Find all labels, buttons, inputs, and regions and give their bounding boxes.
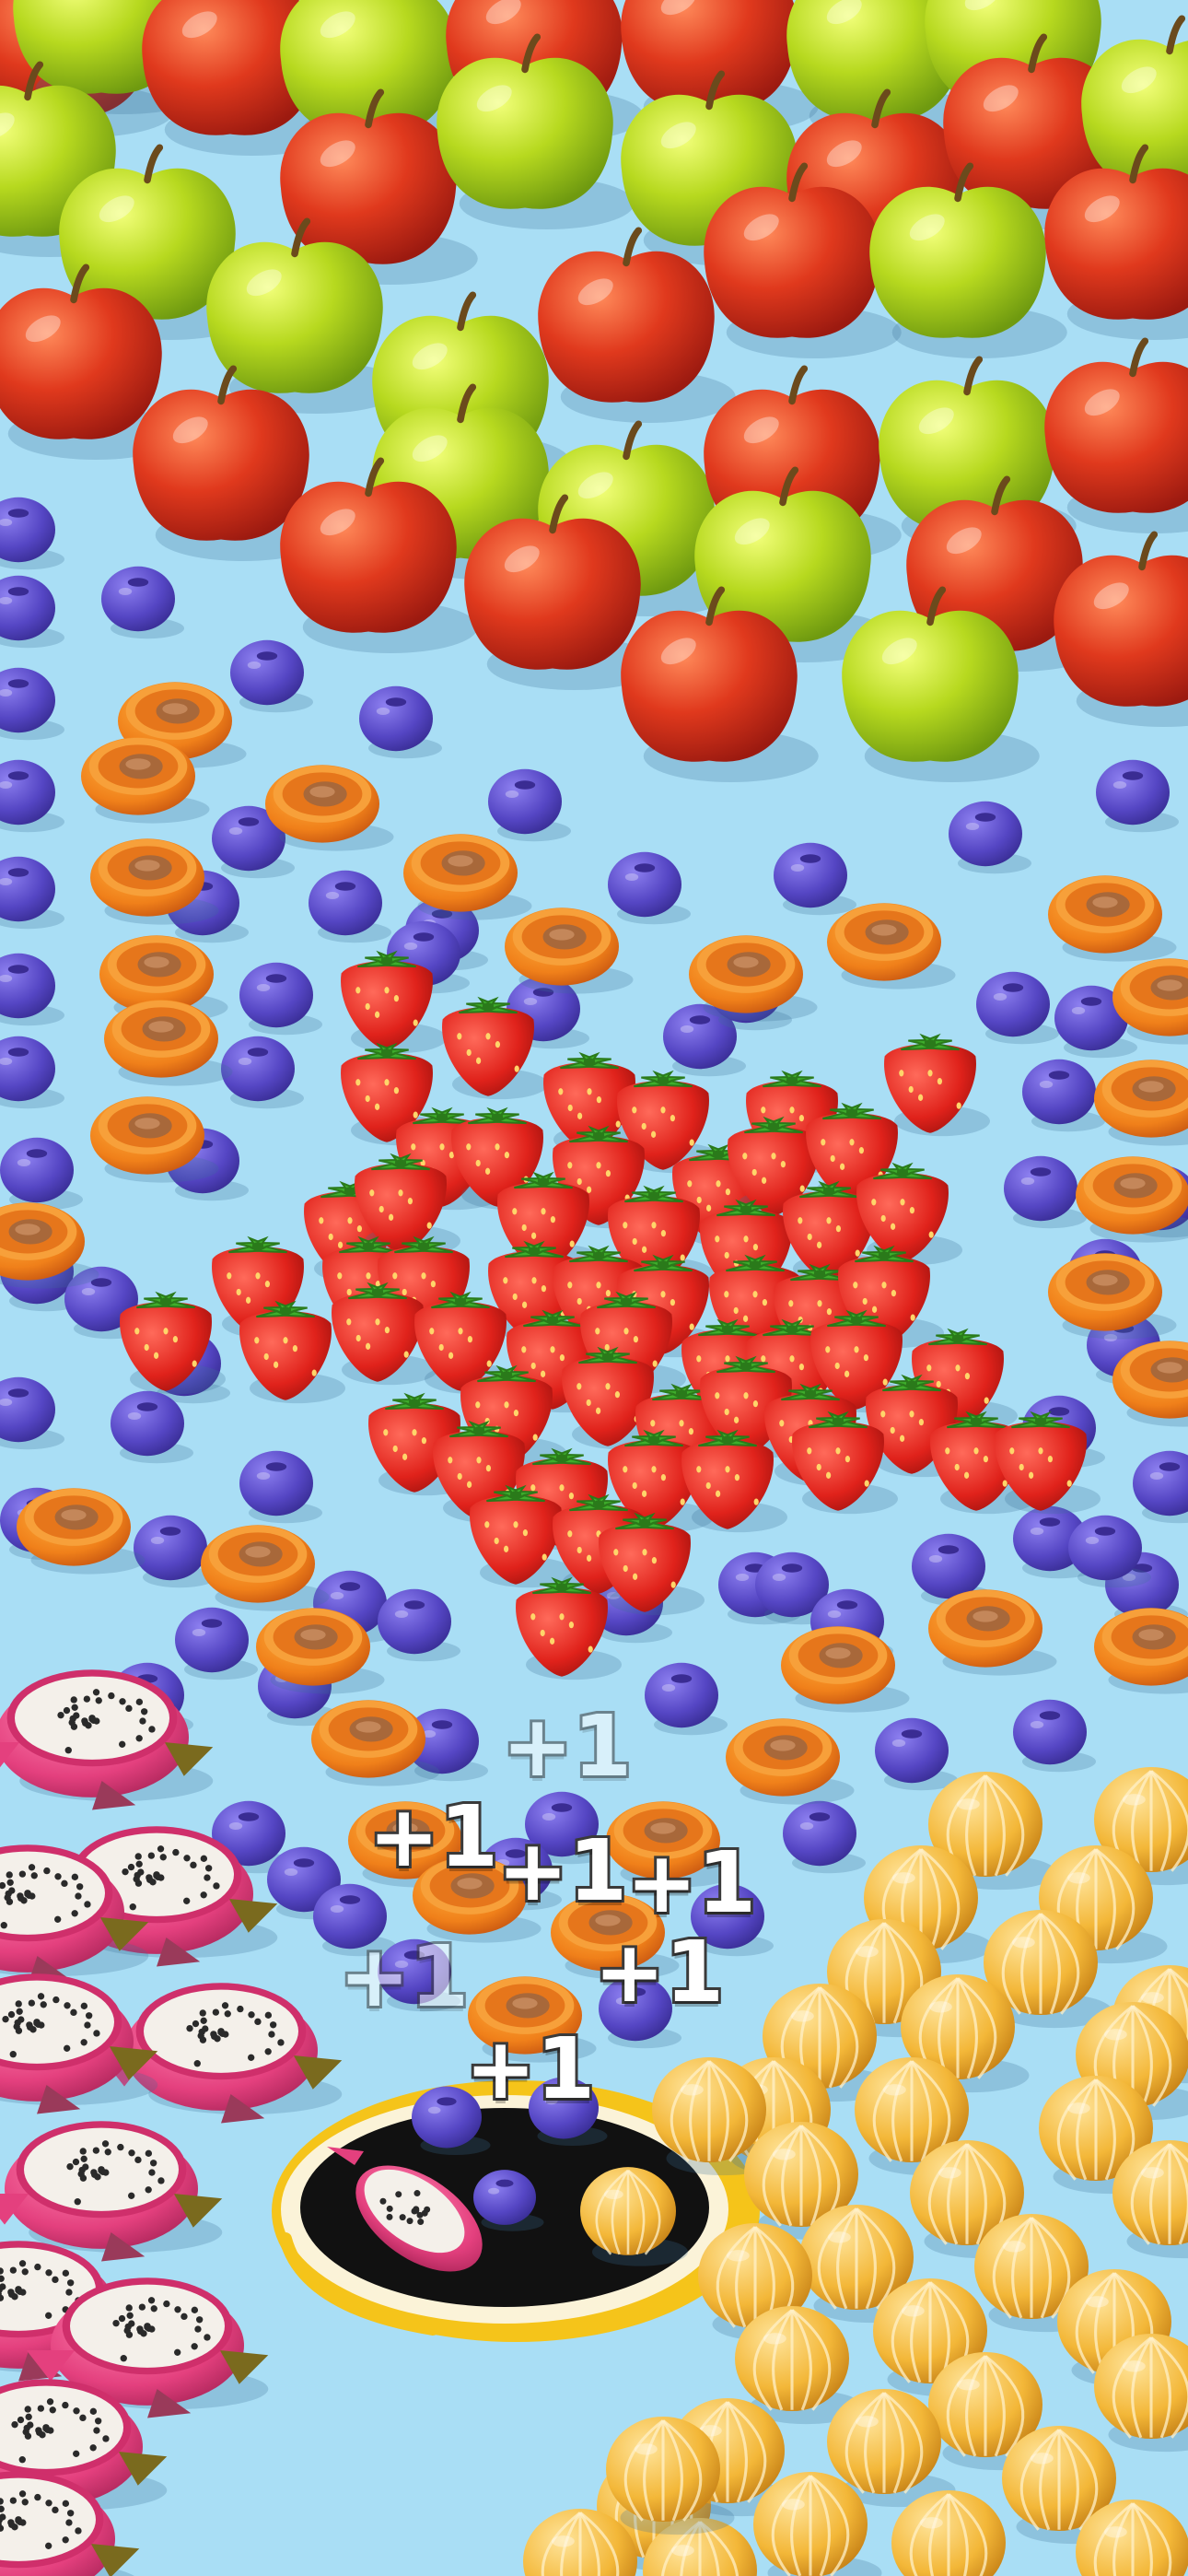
blueberry bbox=[0, 759, 64, 833]
apricot-half bbox=[468, 1976, 597, 2063]
apricot-half bbox=[1076, 1156, 1188, 1243]
blueberry bbox=[378, 1938, 460, 2012]
blueberry bbox=[0, 497, 64, 570]
blueberry bbox=[599, 1975, 681, 2049]
blueberry bbox=[0, 1137, 83, 1211]
blueberry bbox=[0, 1036, 64, 1109]
apricot-half bbox=[551, 1893, 680, 1980]
apricot-half bbox=[1048, 1253, 1177, 1340]
blueberry bbox=[691, 1883, 774, 1957]
blueberry bbox=[0, 575, 64, 649]
blueberry bbox=[378, 1588, 460, 1662]
apricot-half bbox=[17, 1488, 146, 1575]
blueberry bbox=[230, 639, 313, 713]
red-apple bbox=[1044, 337, 1188, 534]
blueberry bbox=[1022, 1059, 1105, 1132]
apricot-half bbox=[0, 1202, 99, 1289]
blueberry bbox=[608, 851, 691, 925]
blueberry bbox=[0, 1376, 64, 1450]
apricot-half bbox=[265, 765, 394, 851]
blueberry bbox=[875, 1717, 958, 1791]
apricot-half bbox=[827, 903, 956, 989]
blueberry bbox=[976, 971, 1059, 1045]
blueberry bbox=[774, 842, 856, 916]
apricot-half bbox=[403, 834, 532, 920]
blueberry bbox=[645, 1662, 728, 1736]
blueberry bbox=[239, 962, 322, 1036]
dragon-fruit bbox=[0, 2121, 223, 2262]
apricot-half bbox=[505, 907, 634, 994]
apricot-half bbox=[1048, 875, 1177, 962]
blueberry bbox=[309, 870, 391, 943]
blueberry bbox=[529, 2077, 608, 2147]
blueberry bbox=[1096, 759, 1179, 833]
blueberry bbox=[1133, 1450, 1188, 1524]
blueberry bbox=[488, 768, 571, 842]
apricot-half bbox=[928, 1589, 1057, 1676]
blueberry bbox=[1004, 1155, 1087, 1229]
blueberry bbox=[1013, 1699, 1096, 1773]
blueberry bbox=[949, 801, 1031, 874]
blueberry bbox=[239, 1450, 322, 1524]
game-board[interactable] bbox=[0, 0, 1188, 2576]
strawberry bbox=[856, 1162, 962, 1266]
strawberry bbox=[884, 1033, 990, 1137]
apricot-half bbox=[726, 1718, 855, 1805]
blueberry bbox=[0, 667, 64, 741]
blueberry bbox=[221, 1036, 304, 1109]
blueberry bbox=[1068, 1515, 1151, 1588]
apricot-half bbox=[606, 1801, 735, 1888]
blueberry bbox=[175, 1607, 258, 1680]
blueberry bbox=[783, 1800, 866, 1874]
blueberry bbox=[359, 685, 442, 759]
apricot-half bbox=[1094, 1608, 1188, 1694]
apricot-half bbox=[1094, 1060, 1188, 1146]
blueberry bbox=[101, 566, 184, 639]
apricot-half bbox=[781, 1626, 910, 1713]
apricot-half bbox=[90, 1096, 219, 1183]
apricot-half bbox=[90, 838, 219, 925]
apricot-half bbox=[201, 1525, 330, 1611]
apricot-half bbox=[311, 1700, 440, 1786]
blueberry bbox=[0, 856, 64, 930]
blueberry bbox=[313, 1883, 396, 1957]
apricot-half bbox=[689, 935, 818, 1022]
strawberry bbox=[239, 1300, 345, 1404]
blueberry bbox=[0, 953, 64, 1026]
